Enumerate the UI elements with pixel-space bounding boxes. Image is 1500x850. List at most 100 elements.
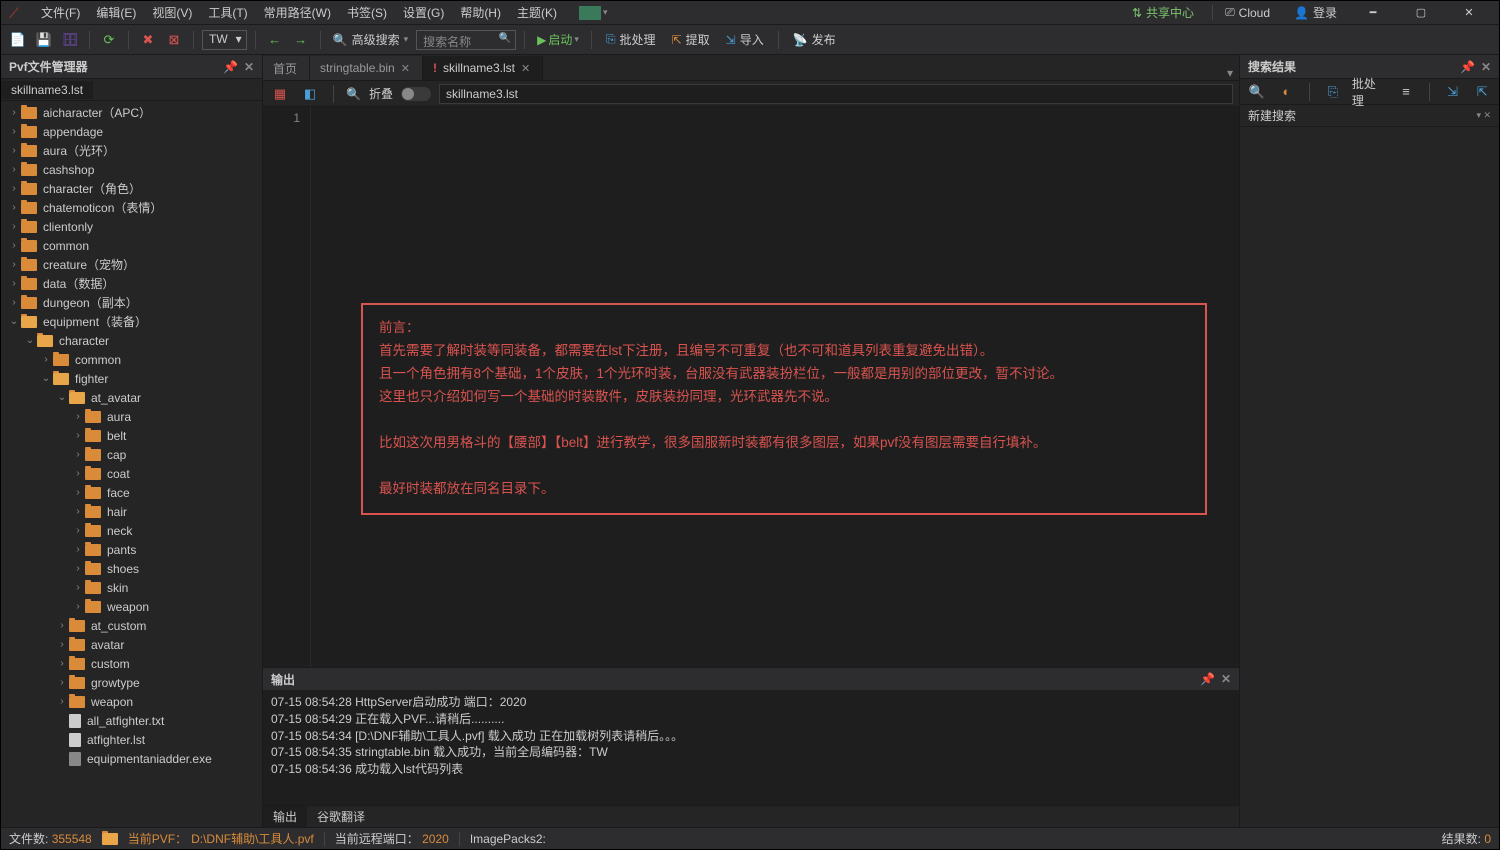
menu-文件(F)[interactable]: 文件(F) bbox=[33, 6, 88, 20]
expand-icon[interactable] bbox=[71, 506, 85, 517]
menu-编辑(E)[interactable]: 编辑(E) bbox=[88, 6, 144, 20]
refresh-icon[interactable]: ⟳ bbox=[98, 29, 120, 51]
close-button[interactable]: ✕ bbox=[1447, 1, 1491, 25]
menu-设置(G)[interactable]: 设置(G) bbox=[395, 6, 452, 20]
search-icon[interactable]: 🔍 bbox=[1246, 81, 1268, 103]
expand-icon[interactable] bbox=[7, 145, 21, 156]
menu-常用路径(W)[interactable]: 常用路径(W) bbox=[256, 6, 339, 20]
pin-icon[interactable]: 📌 bbox=[1460, 60, 1475, 74]
expand-icon[interactable] bbox=[23, 335, 37, 346]
tree-item[interactable]: hair bbox=[1, 502, 262, 521]
tree-item[interactable]: belt bbox=[1, 426, 262, 445]
fold-toggle[interactable] bbox=[401, 87, 431, 101]
menu-视图(V)[interactable]: 视图(V) bbox=[144, 6, 200, 20]
tree-item[interactable]: cashshop bbox=[1, 160, 262, 179]
close-tab-icon[interactable]: ✕ bbox=[401, 62, 410, 75]
editor-tab[interactable]: !skillname3.lst✕ bbox=[423, 56, 543, 80]
expand-icon[interactable] bbox=[7, 164, 21, 175]
advanced-search-button[interactable]: 🔍高级搜索▾ bbox=[329, 31, 413, 48]
nav-forward-icon[interactable]: → bbox=[290, 29, 312, 51]
expand-icon[interactable] bbox=[7, 297, 21, 308]
tree-item[interactable]: face bbox=[1, 483, 262, 502]
tree-item[interactable]: data（数据） bbox=[1, 274, 262, 293]
tree-item[interactable]: fighter bbox=[1, 369, 262, 388]
expand-icon[interactable] bbox=[55, 620, 69, 631]
file-manager-tab[interactable]: skillname3.lst bbox=[1, 81, 93, 99]
expand-icon[interactable] bbox=[71, 449, 85, 460]
import-button[interactable]: ⇲导入 bbox=[720, 31, 770, 48]
layout-icon-2[interactable]: ◧ bbox=[299, 83, 321, 105]
tree-item[interactable]: chatemoticon（表情） bbox=[1, 198, 262, 217]
tree-item[interactable]: growtype bbox=[1, 673, 262, 692]
code-area[interactable]: 前言： 首先需要了解时装等同装备，都需要在lst下注册，且编号不可重复（也不可和… bbox=[311, 107, 1239, 667]
tree-item[interactable]: atfighter.lst bbox=[1, 730, 262, 749]
expand-icon[interactable] bbox=[71, 487, 85, 498]
breadcrumb-input[interactable]: skillname3.lst bbox=[439, 84, 1233, 104]
tree-item[interactable]: character（角色） bbox=[1, 179, 262, 198]
expand-icon[interactable] bbox=[7, 202, 21, 213]
output-log[interactable]: 07-15 08:54:28 HttpServer启动成功 端口：202007-… bbox=[263, 690, 1239, 805]
tree-item[interactable]: aicharacter（APC） bbox=[1, 103, 262, 122]
search-input[interactable]: 搜索名称 bbox=[416, 30, 516, 50]
expand-icon[interactable] bbox=[71, 468, 85, 479]
expand-icon[interactable] bbox=[71, 582, 85, 593]
tree-item[interactable]: clientonly bbox=[1, 217, 262, 236]
tree-item[interactable]: custom bbox=[1, 654, 262, 673]
save-icon[interactable]: 💾 bbox=[33, 29, 55, 51]
tab-overflow-icon[interactable]: ▾ bbox=[1221, 66, 1239, 80]
file-tree[interactable]: aicharacter（APC）appendageaura（光环）cashsho… bbox=[1, 101, 262, 827]
tree-item[interactable]: shoes bbox=[1, 559, 262, 578]
expand-icon[interactable] bbox=[71, 430, 85, 441]
import-icon[interactable]: ⇲ bbox=[1442, 81, 1464, 103]
close-pane-icon[interactable]: ✕ bbox=[244, 60, 254, 74]
list-icon[interactable]: ≡ bbox=[1395, 81, 1417, 103]
expand-icon[interactable] bbox=[7, 107, 21, 118]
delete-all-icon[interactable]: ⊠ bbox=[163, 29, 185, 51]
layout-icon-1[interactable]: ▦ bbox=[269, 83, 291, 105]
tree-item[interactable]: common bbox=[1, 350, 262, 369]
output-tab[interactable]: 输出 bbox=[263, 806, 307, 827]
expand-icon[interactable] bbox=[55, 392, 69, 403]
editor-tab[interactable]: 首页 bbox=[263, 56, 310, 80]
search-filter-row[interactable]: 新建搜索 ▾ ✕ bbox=[1240, 105, 1499, 127]
delete-icon[interactable]: ✖ bbox=[137, 29, 159, 51]
pin-icon[interactable]: 📌 bbox=[1200, 672, 1215, 686]
tree-item[interactable]: dungeon（副本） bbox=[1, 293, 262, 312]
minimize-button[interactable]: ━ bbox=[1351, 1, 1395, 25]
tree-item[interactable]: all_atfighter.txt bbox=[1, 711, 262, 730]
expand-icon[interactable] bbox=[55, 639, 69, 650]
current-pvf[interactable]: 当前PVF：D:\DNF辅助\工具人.pvf bbox=[102, 830, 314, 847]
menu-主题(K)[interactable]: 主题(K) bbox=[509, 6, 565, 20]
expand-icon[interactable] bbox=[55, 677, 69, 688]
output-tab[interactable]: 谷歌翻译 bbox=[307, 806, 375, 827]
tree-item[interactable]: cap bbox=[1, 445, 262, 464]
expand-icon[interactable] bbox=[71, 525, 85, 536]
tree-item[interactable]: pants bbox=[1, 540, 262, 559]
tree-item[interactable]: appendage bbox=[1, 122, 262, 141]
new-file-icon[interactable]: 📄 bbox=[7, 29, 29, 51]
expand-icon[interactable] bbox=[7, 183, 21, 194]
run-button[interactable]: ▶ 启动 ▾ bbox=[533, 31, 583, 48]
tree-item[interactable]: weapon bbox=[1, 692, 262, 711]
tree-item[interactable]: at_custom bbox=[1, 616, 262, 635]
expand-icon[interactable] bbox=[71, 601, 85, 612]
expand-icon[interactable] bbox=[7, 278, 21, 289]
search-icon[interactable]: 🔍 bbox=[346, 87, 361, 101]
expand-icon[interactable] bbox=[71, 563, 85, 574]
share-center-button[interactable]: ⇅共享中心 bbox=[1122, 4, 1204, 21]
tree-item[interactable]: creature（宠物） bbox=[1, 255, 262, 274]
expand-icon[interactable] bbox=[7, 126, 21, 137]
cloud-button[interactable]: ⎚Cloud bbox=[1212, 5, 1280, 20]
expand-icon[interactable] bbox=[55, 658, 69, 669]
close-tab-icon[interactable]: ✕ bbox=[521, 62, 530, 75]
expand-icon[interactable] bbox=[7, 221, 21, 232]
tree-item[interactable]: equipmentaniadder.exe bbox=[1, 749, 262, 768]
extract-button[interactable]: ⇱提取 bbox=[666, 31, 716, 48]
close-right-icon[interactable]: ✕ bbox=[1481, 60, 1491, 74]
close-output-icon[interactable]: ✕ bbox=[1221, 672, 1231, 686]
stop-icon[interactable]: ◐ bbox=[1276, 81, 1298, 103]
export-icon[interactable]: ⇱ bbox=[1471, 81, 1493, 103]
menu-书签(S)[interactable]: 书签(S) bbox=[339, 6, 395, 20]
tree-item[interactable]: aura（光环） bbox=[1, 141, 262, 160]
tree-item[interactable]: character bbox=[1, 331, 262, 350]
